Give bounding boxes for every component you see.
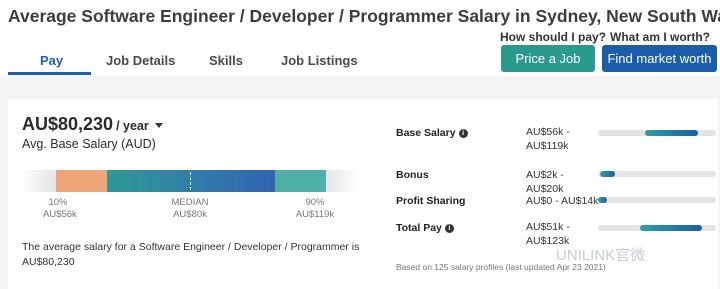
worth-question: What am I worth? <box>610 30 710 44</box>
bonus-label: Bonus <box>396 169 429 181</box>
base-salary-bar <box>598 130 716 136</box>
info-icon[interactable]: i <box>458 128 468 138</box>
active-tab-indicator <box>8 72 91 75</box>
range-low-label: 10% AU$56k <box>43 197 77 221</box>
total-pay-text: Total Pay <box>396 222 442 234</box>
high-value: AU$119k <box>295 209 335 220</box>
profit-sharing-fill <box>598 197 608 203</box>
low-value: AU$56k <box>43 209 77 220</box>
median-marker <box>190 172 191 190</box>
total-pay-fill <box>640 225 702 231</box>
salary-description: The average salary for a Software Engine… <box>22 241 360 268</box>
profit-sharing-label: Profit Sharing <box>396 195 466 207</box>
bonus-fill <box>600 171 615 177</box>
pay-question: How should I pay? <box>500 30 607 44</box>
total-pay-label: Total Pay i <box>396 222 454 234</box>
page-title: Average Software Engineer / Developer / … <box>8 6 720 26</box>
caret-down-icon[interactable] <box>154 123 163 129</box>
profit-sharing-value: AU$0 - AU$14k <box>526 195 599 207</box>
tab-skills[interactable]: Skills <box>209 53 243 68</box>
base-salary-text: Base Salary <box>396 127 456 139</box>
range-low-segment <box>56 170 107 192</box>
watermark: UNILINK官微 <box>556 247 646 264</box>
find-market-worth-button[interactable]: Find market worth <box>602 45 717 72</box>
range-high-segment <box>275 170 326 192</box>
profit-sharing-bar <box>598 197 716 203</box>
bonus-bar <box>598 171 716 177</box>
header: Average Software Engineer / Developer / … <box>0 0 720 76</box>
tab-job-details[interactable]: Job Details <box>106 53 175 68</box>
price-a-job-button[interactable]: Price a Job <box>501 45 595 72</box>
period-selector[interactable]: / year <box>116 119 149 133</box>
range-mid-segment <box>107 170 275 192</box>
base-salary-fill <box>645 130 699 136</box>
average-amount: AU$80,230 <box>22 114 114 134</box>
median-label: MEDIAN <box>171 197 209 208</box>
range-high-label: 90% AU$119k <box>285 197 345 221</box>
base-salary-label: Base Salary i <box>396 127 468 139</box>
total-pay-bar <box>598 225 716 231</box>
average-salary: AU$80,230/ year <box>22 114 163 135</box>
tab-pay[interactable]: Pay <box>40 53 63 68</box>
bonus-value: AU$2k - AU$20k <box>526 169 564 195</box>
range-median-label: MEDIAN AU$80k <box>160 197 220 221</box>
median-value: AU$80k <box>173 209 207 220</box>
info-icon[interactable]: i <box>444 223 454 233</box>
tab-job-listings[interactable]: Job Listings <box>281 53 358 68</box>
base-salary-value: AU$56k - AU$119k <box>526 126 570 152</box>
average-subtitle: Avg. Base Salary (AUD) <box>22 137 156 151</box>
high-percentile: 90% <box>305 197 325 208</box>
low-percentile: 10% <box>48 197 68 208</box>
